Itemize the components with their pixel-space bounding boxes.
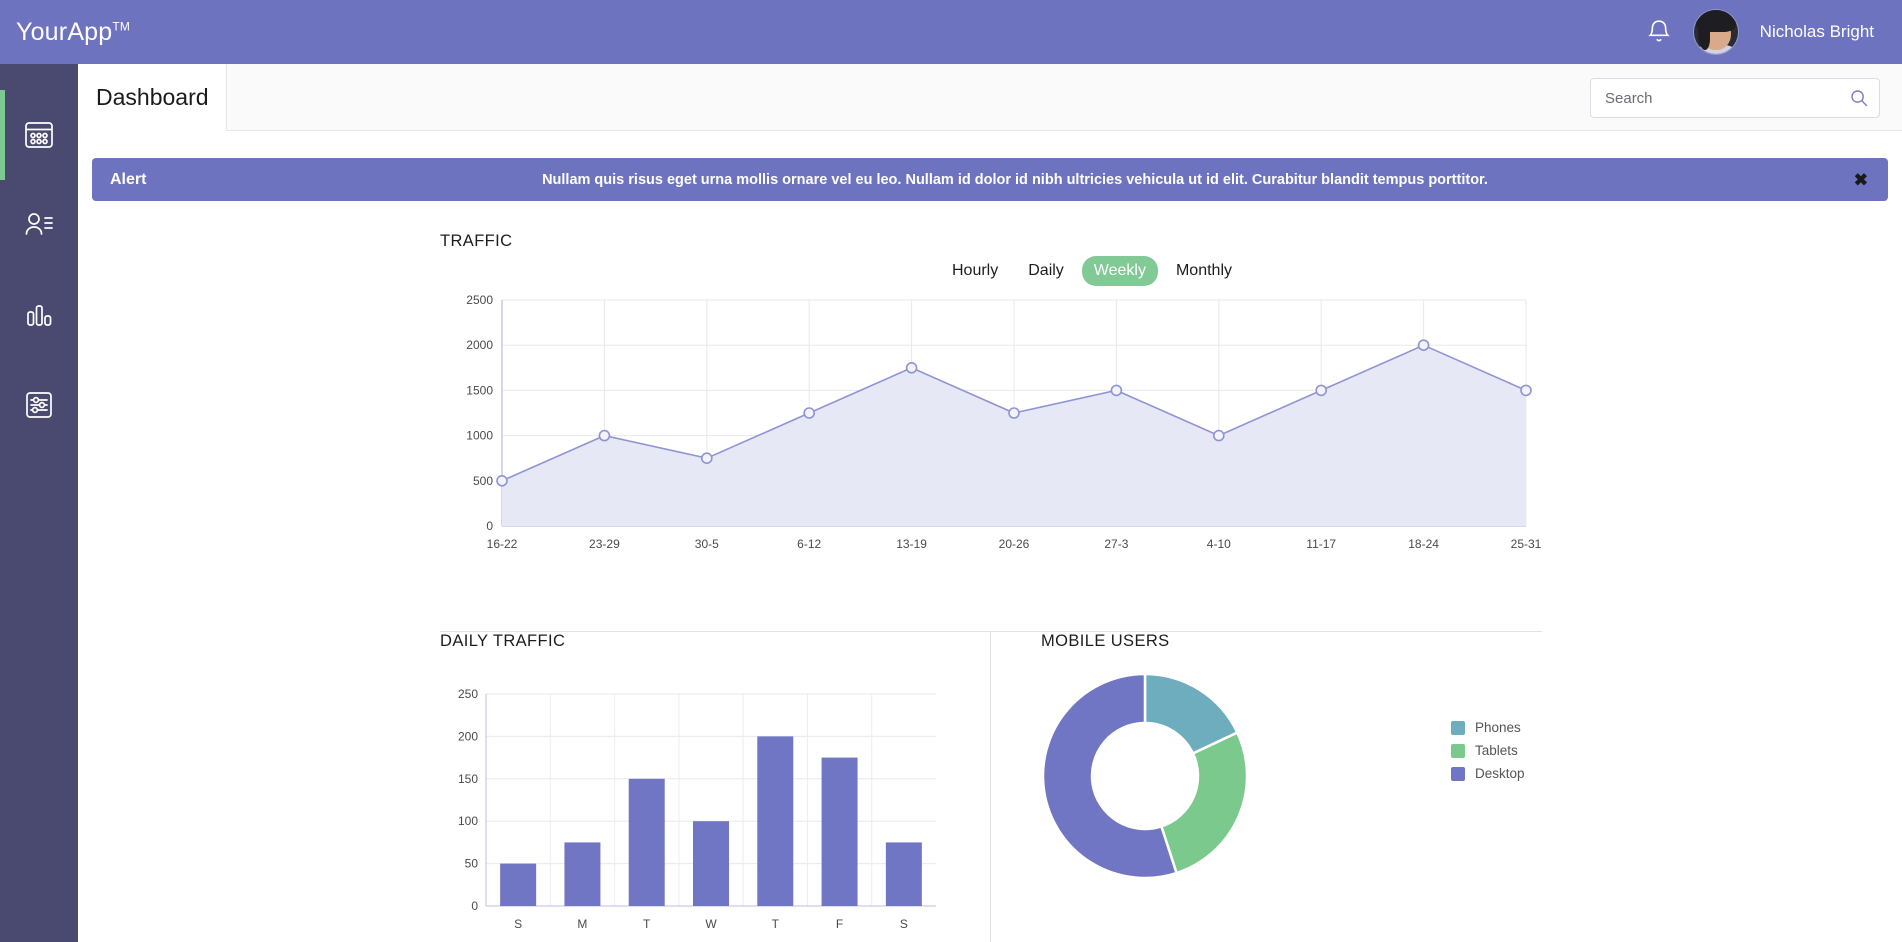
svg-text:150: 150 (458, 772, 478, 786)
svg-text:100: 100 (458, 814, 478, 828)
svg-text:M: M (577, 917, 587, 931)
sliders-settings-icon (22, 388, 56, 422)
page-title-container: Dashboard (78, 64, 227, 131)
legend-label-desktop: Desktop (1475, 766, 1525, 781)
traffic-area-chart: 0 500 1000 1500 2000 2500 16-22 23-29 30-5 6-12 13… (466, 293, 1542, 551)
svg-text:18-24: 18-24 (1408, 537, 1439, 551)
avatar[interactable] (1693, 10, 1738, 54)
user-name-label[interactable]: Nicholas Bright (1760, 22, 1874, 42)
svg-text:16-22: 16-22 (487, 537, 518, 551)
mobile-users-legend: Phones Tablets Desktop (1451, 720, 1525, 789)
svg-text:W: W (705, 917, 717, 931)
traffic-toggle-daily[interactable]: Daily (1016, 256, 1076, 286)
legend-item-phones[interactable]: Phones (1451, 720, 1525, 735)
bottom-panels: DAILY TRAFFIC 0 50 100 150 200 250 S M T W T F S MOB… (440, 632, 1900, 942)
app-logo-trademark: TM (112, 19, 131, 34)
app-logo[interactable]: YourAppTM (16, 18, 130, 47)
svg-text:0: 0 (486, 519, 493, 533)
bell-icon[interactable] (1646, 17, 1672, 47)
traffic-toggle-weekly[interactable]: Weekly (1081, 256, 1158, 286)
svg-text:50: 50 (465, 857, 479, 871)
daily-traffic-title: DAILY TRAFFIC (440, 632, 566, 650)
svg-text:S: S (900, 917, 908, 931)
svg-text:11-17: 11-17 (1306, 537, 1336, 551)
search-icon[interactable] (1850, 89, 1868, 112)
svg-text:2500: 2500 (466, 293, 493, 307)
legend-item-desktop[interactable]: Desktop (1451, 766, 1525, 781)
svg-text:1500: 1500 (466, 383, 493, 397)
close-icon[interactable]: ✖ (1854, 171, 1868, 188)
sidebar-item-dashboard[interactable] (0, 90, 78, 180)
svg-text:20-26: 20-26 (999, 537, 1030, 551)
user-list-icon (22, 208, 56, 242)
svg-text:F: F (836, 917, 843, 931)
svg-text:T: T (772, 917, 780, 931)
legend-swatch-desktop (1451, 766, 1465, 781)
traffic-toggle-hourly[interactable]: Hourly (940, 256, 1010, 286)
sidebar-nav (0, 64, 78, 450)
svg-text:4-10: 4-10 (1207, 537, 1231, 551)
svg-text:27-3: 27-3 (1104, 537, 1128, 551)
traffic-title: TRAFFIC (440, 232, 513, 250)
mobile-users-donut-container (1041, 672, 1249, 885)
mobile-users-title: MOBILE USERS (1041, 632, 1170, 650)
alert-label: Alert (110, 170, 147, 188)
top-bar-right-group: Nicholas Bright (1646, 10, 1874, 54)
page-title: Dashboard (96, 84, 209, 110)
sidebar (0, 64, 78, 942)
svg-text:2000: 2000 (466, 338, 493, 352)
svg-text:200: 200 (458, 729, 478, 743)
page-header: Dashboard (78, 64, 1902, 131)
search-input[interactable] (1590, 78, 1880, 118)
mobile-users-panel: MOBILE USERS Phones Tablets Desktop (990, 632, 1630, 942)
app-logo-text: YourApp (16, 17, 113, 46)
traffic-card: TRAFFIC Hourly Daily Weekly Monthly 0 500… (440, 232, 1542, 632)
svg-text:T: T (643, 917, 651, 931)
sidebar-item-reports[interactable] (0, 270, 78, 360)
alert-message: Nullam quis risus eget urna mollis ornar… (542, 171, 1488, 188)
avatar-hair-side (1697, 22, 1710, 50)
svg-text:30-5: 30-5 (695, 537, 719, 551)
top-navigation-bar: YourAppTM Nicholas Bright (0, 0, 1902, 64)
svg-text:23-29: 23-29 (589, 537, 620, 551)
traffic-toggle-monthly[interactable]: Monthly (1164, 256, 1244, 286)
svg-text:0: 0 (471, 899, 478, 913)
svg-text:25-31: 25-31 (1511, 537, 1542, 551)
svg-text:500: 500 (473, 474, 493, 488)
svg-text:13-19: 13-19 (896, 537, 927, 551)
svg-text:S: S (514, 917, 522, 931)
search-container (1590, 78, 1880, 118)
dashboard-grid-icon (22, 118, 56, 152)
sidebar-item-settings[interactable] (0, 360, 78, 450)
svg-text:6-12: 6-12 (797, 537, 821, 551)
legend-swatch-tablets (1451, 743, 1465, 758)
daily-traffic-panel: DAILY TRAFFIC 0 50 100 150 200 250 S M T W T F S (440, 632, 990, 942)
svg-text:1000: 1000 (466, 429, 493, 443)
alert-banner: Alert Nullam quis risus eget urna mollis… (92, 158, 1888, 201)
mobile-users-donut-chart (1041, 672, 1249, 880)
traffic-range-toggle-group: Hourly Daily Weekly Monthly (940, 256, 1244, 286)
active-indicator (0, 90, 5, 180)
svg-text:250: 250 (458, 687, 478, 701)
sidebar-item-users[interactable] (0, 180, 78, 270)
legend-item-tablets[interactable]: Tablets (1451, 743, 1525, 758)
legend-label-phones: Phones (1475, 720, 1521, 735)
legend-swatch-phones (1451, 720, 1465, 735)
daily-traffic-bar-chart: 0 50 100 150 200 250 S M T W T F S (458, 687, 936, 931)
legend-label-tablets: Tablets (1475, 743, 1518, 758)
bar-chart-icon (22, 298, 56, 332)
